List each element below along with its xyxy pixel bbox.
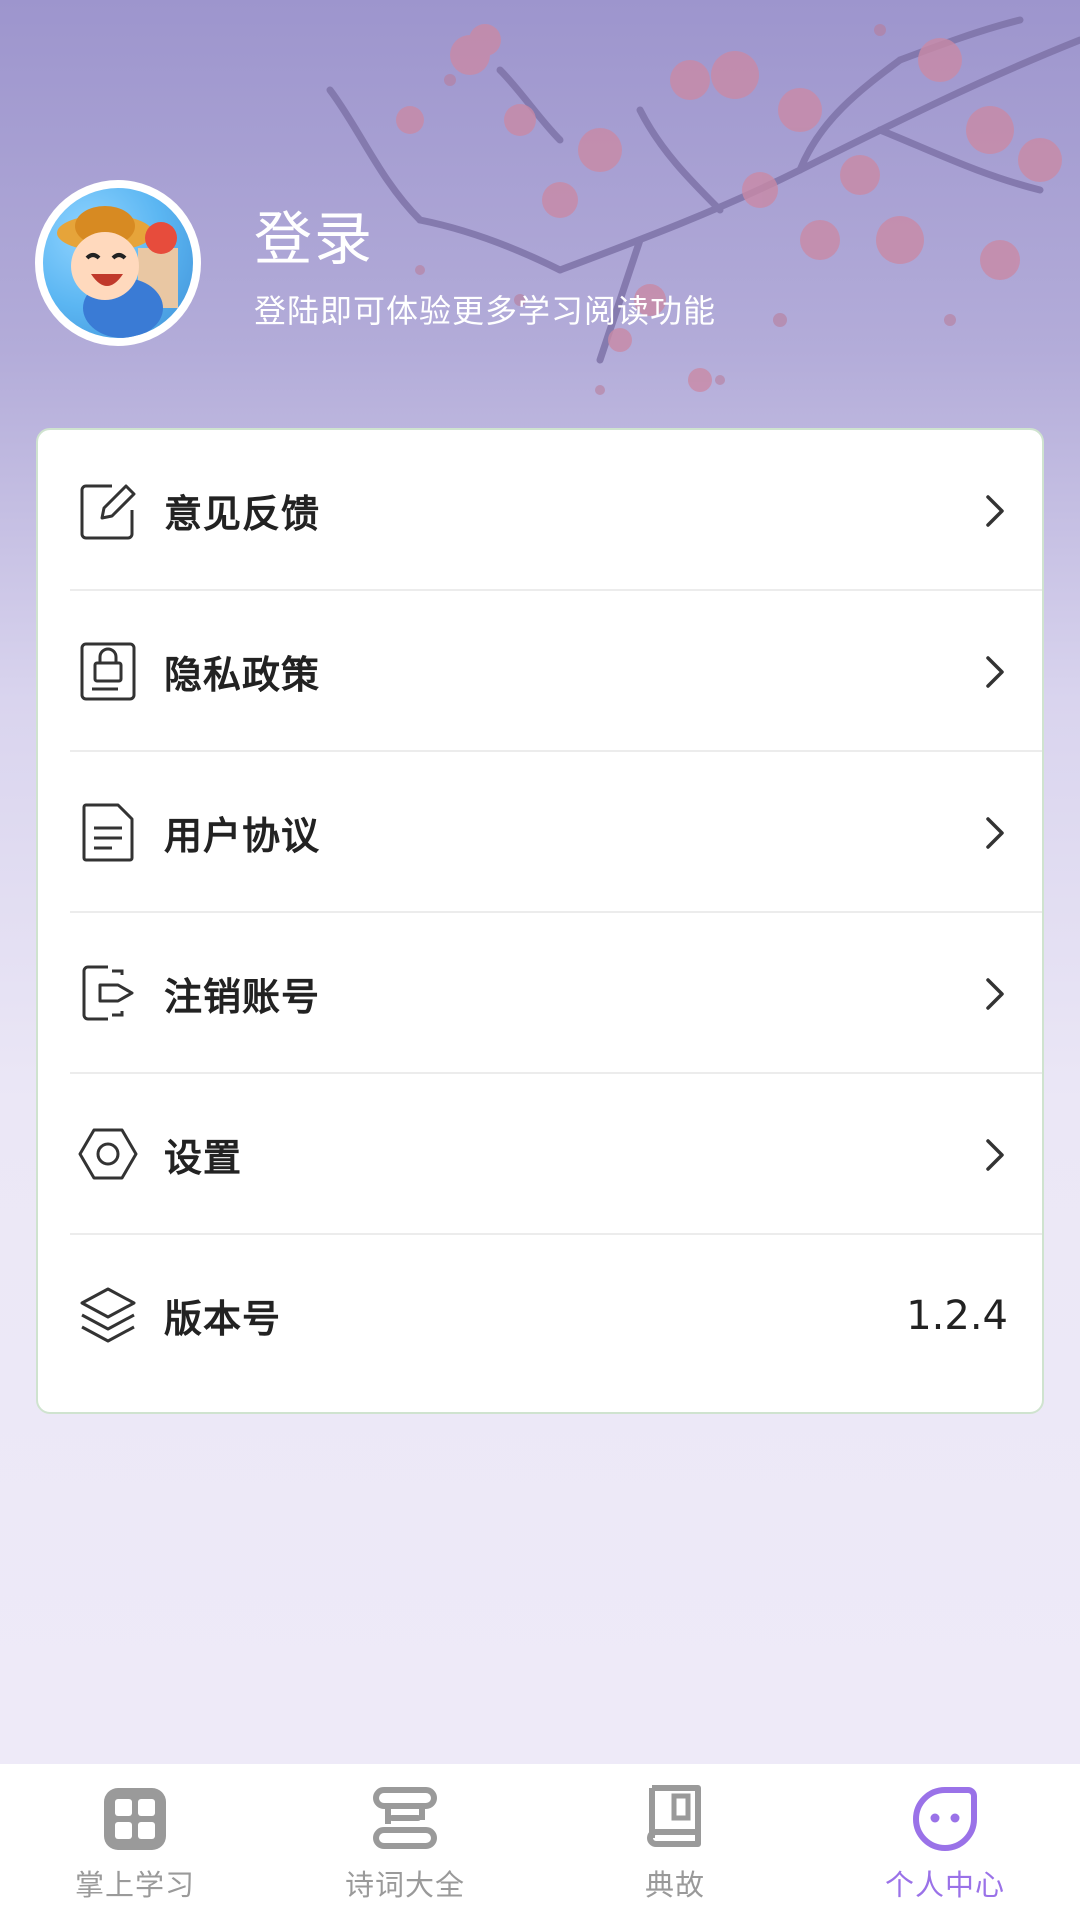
- login-subtitle: 登陆即可体验更多学习阅读功能: [254, 292, 717, 330]
- menu-item-label: 用户协议: [164, 814, 321, 858]
- tab-profile[interactable]: 个人中心: [810, 1764, 1080, 1920]
- book-icon: [647, 1785, 701, 1847]
- menu-item-version: 版本号 1.2.4: [38, 1235, 1042, 1396]
- scroll-icon: [373, 1787, 437, 1849]
- menu-item-settings[interactable]: 设置: [38, 1074, 1042, 1235]
- layers-icon: [80, 1287, 136, 1343]
- tab-label: 诗词大全: [344, 1868, 465, 1902]
- login-title[interactable]: 登录: [254, 192, 374, 276]
- lock-document-icon: [80, 642, 136, 701]
- tab-poems[interactable]: 诗词大全: [270, 1764, 540, 1920]
- version-value: 1.2.4: [906, 1292, 1008, 1339]
- menu-item-user-agreement[interactable]: 用户协议: [38, 752, 1042, 913]
- menu-item-deactivate-account[interactable]: 注销账号: [38, 913, 1042, 1074]
- tab-label: 掌上学习: [74, 1868, 195, 1902]
- settings-card: 意见反馈 隐私政策 用户协议 注销账号 设置 版本号 1.2.4: [36, 428, 1044, 1414]
- chevron-right-icon: [986, 1138, 1004, 1171]
- menu-item-label: 隐私政策: [164, 653, 321, 697]
- profile-header: 登录 登陆即可体验更多学习阅读功能: [0, 0, 1080, 420]
- tab-study[interactable]: 掌上学习: [0, 1764, 270, 1920]
- menu-item-feedback[interactable]: 意见反馈: [38, 430, 1042, 591]
- chevron-right-icon: [986, 655, 1004, 688]
- chevron-right-icon: [986, 816, 1004, 849]
- menu-item-label: 注销账号: [164, 975, 321, 1019]
- hexagon-settings-icon: [78, 1128, 138, 1180]
- tab-allusions[interactable]: 典故: [540, 1764, 810, 1920]
- document-icon: [82, 803, 134, 862]
- smiley-face-icon: [913, 1787, 977, 1851]
- avatar-image: [43, 188, 193, 338]
- chevron-right-icon: [986, 977, 1004, 1010]
- menu-item-label: 设置: [164, 1136, 243, 1180]
- grid-icon: [104, 1788, 166, 1850]
- logout-icon: [82, 965, 134, 1021]
- tab-label: 典故: [644, 1868, 705, 1902]
- bottom-tab-bar: 掌上学习 诗词大全 典故 个人中心: [0, 1764, 1080, 1920]
- edit-icon: [80, 484, 136, 540]
- menu-item-label: 版本号: [164, 1297, 282, 1341]
- menu-item-label: 意见反馈: [164, 492, 321, 536]
- menu-item-privacy[interactable]: 隐私政策: [38, 591, 1042, 752]
- avatar[interactable]: [35, 180, 201, 346]
- tab-label: 个人中心: [884, 1868, 1005, 1902]
- chevron-right-icon: [986, 494, 1004, 527]
- cartoon-boy-icon: [57, 206, 178, 338]
